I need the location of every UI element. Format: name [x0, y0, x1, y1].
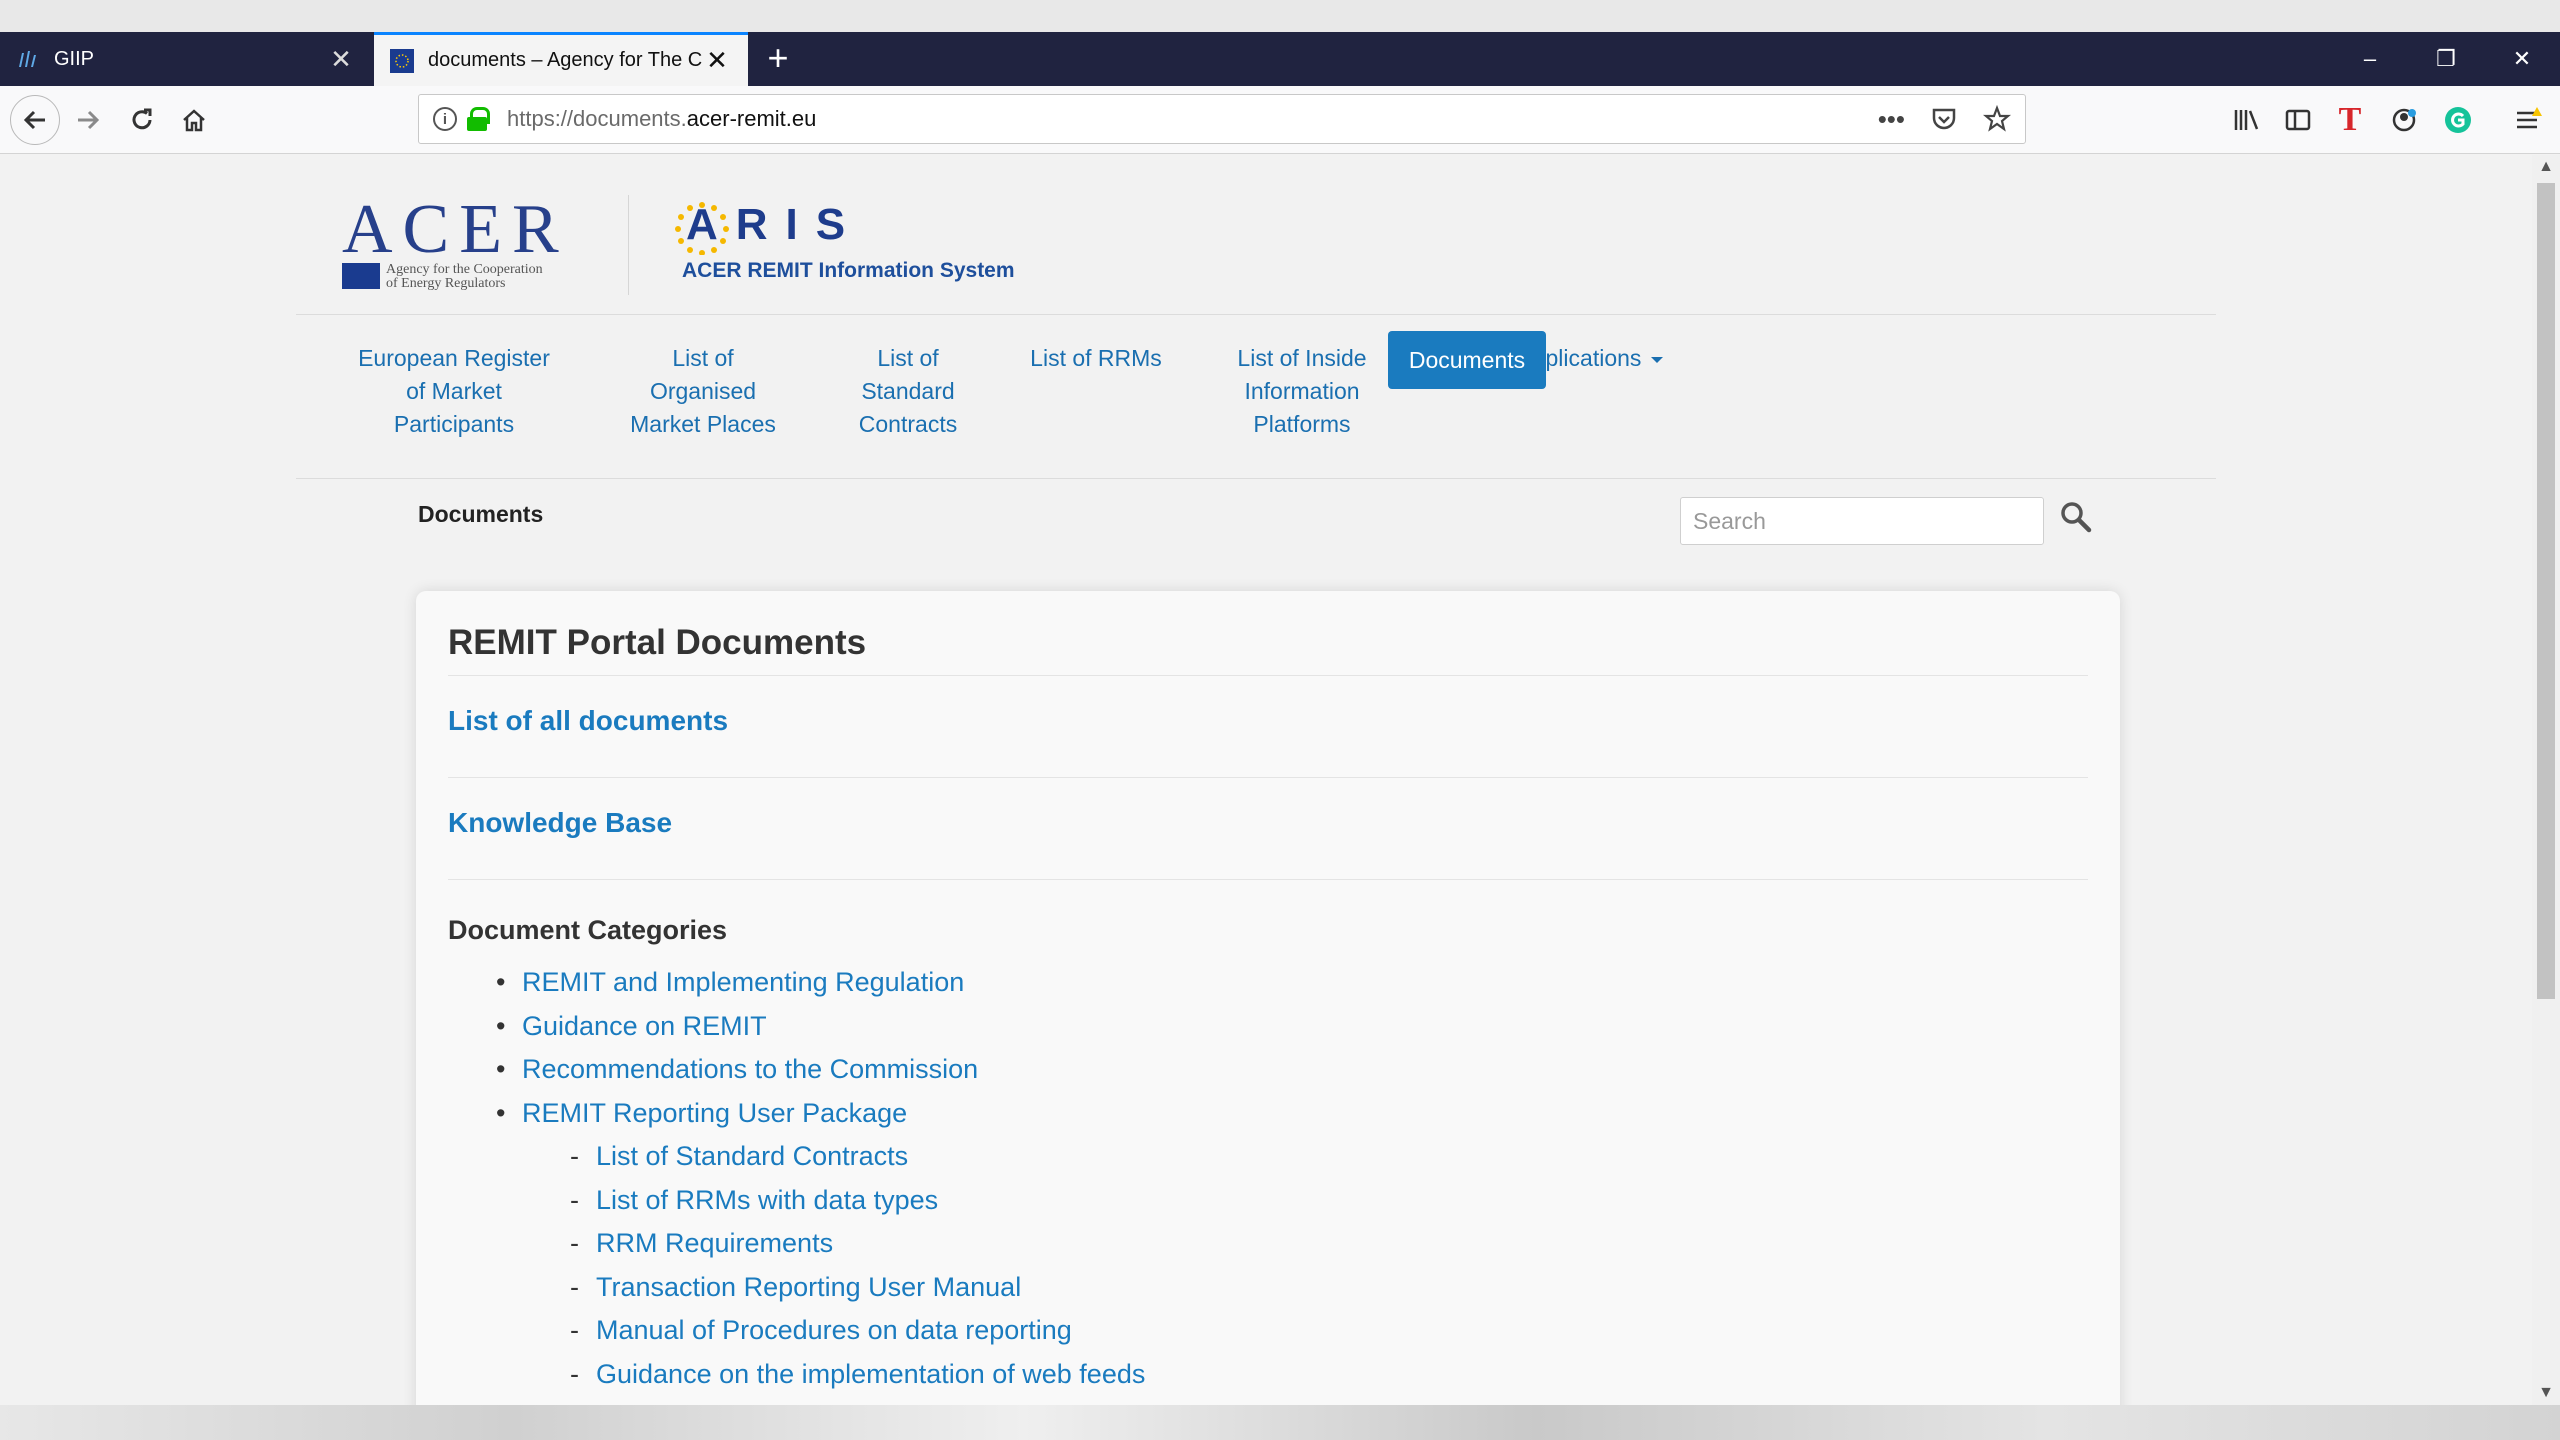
divider: [448, 675, 2088, 676]
account-extension-icon[interactable]: [2382, 96, 2426, 144]
subcategory-link[interactable]: List of Standard Contracts: [570, 1135, 1145, 1179]
category-list: REMIT and Implementing Regulation Guidan…: [496, 961, 1145, 1397]
menu-item-documents[interactable]: Documents: [1388, 331, 1546, 389]
acer-subtitle-line-2: of Energy Regulators: [386, 276, 506, 291]
list-all-documents-link[interactable]: List of all documents: [448, 705, 728, 737]
acer-logo-subtitle: Agency for the Cooperation of Energy Reg…: [386, 263, 543, 291]
pocket-icon[interactable]: [1931, 106, 1957, 132]
new-tab-button[interactable]: +: [760, 32, 796, 86]
forward-button[interactable]: [64, 96, 112, 144]
category-link[interactable]: REMIT and Implementing Regulation: [496, 961, 1145, 1005]
eu-flag-favicon-icon: [390, 48, 414, 73]
page-actions-icon[interactable]: •••: [1878, 104, 1905, 135]
os-top-strip: [0, 0, 2560, 32]
account-shape: [2392, 108, 2416, 132]
category-link[interactable]: Guidance on REMIT: [496, 1005, 1145, 1049]
document-categories-heading: Document Categories: [448, 915, 728, 945]
reload-button[interactable]: [118, 96, 166, 144]
menu-item-standard-contracts[interactable]: List of Standard Contracts: [852, 342, 964, 441]
subcategory-link[interactable]: Transaction Reporting User Manual: [570, 1266, 1145, 1310]
reload-icon: [132, 108, 152, 130]
divider: [448, 777, 2088, 778]
restore-button[interactable]: ❐: [2416, 32, 2476, 86]
knowledge-base-link[interactable]: Knowledge Base: [448, 807, 672, 839]
documents-card: REMIT Portal Documents List of all docum…: [416, 591, 2120, 1405]
category-link[interactable]: REMIT Reporting User Package: [496, 1092, 1145, 1136]
dropdown-caret-icon: [1651, 356, 1664, 363]
url-scheme: https://documents.: [507, 106, 687, 131]
eu-flag-icon: [342, 263, 380, 289]
scroll-up-arrow-icon[interactable]: ▲: [2532, 155, 2560, 179]
card-title: REMIT Portal Documents: [448, 623, 867, 662]
category-link[interactable]: Recommendations to the Commission: [496, 1048, 1145, 1092]
menu-hamburger-icon[interactable]: [2506, 96, 2550, 144]
grammarly-shape: [2445, 107, 2471, 133]
menu-item-inside-information-platforms[interactable]: List of Inside Information Platforms: [1226, 342, 1378, 441]
main-menu: European Register of Market Participants…: [296, 316, 2216, 479]
site-header: ACER Agency for the Cooperation of Energ…: [296, 155, 2216, 315]
info-icon[interactable]: i: [433, 107, 457, 131]
menu-item-organised-market-places[interactable]: List of Organised Market Places: [624, 342, 782, 441]
lock-icon[interactable]: [467, 107, 490, 131]
acer-subtitle-line-1: Agency for the Cooperation: [386, 262, 543, 277]
close-tab-icon[interactable]: ✕: [326, 44, 356, 75]
scrollbar-thumb[interactable]: [2537, 183, 2555, 999]
library-shape: [2234, 110, 2259, 130]
page-viewport: ACER Agency for the Cooperation of Energ…: [0, 155, 2532, 1405]
divider: [448, 879, 2088, 880]
tab-giip[interactable]: GIIP ✕: [0, 32, 372, 86]
subcategory-link[interactable]: Manual of Procedures on data reporting: [570, 1309, 1145, 1353]
home-button[interactable]: [170, 96, 218, 144]
eu-stars-icon: [675, 202, 729, 255]
back-arrow-icon: [23, 110, 45, 130]
back-button[interactable]: [10, 95, 60, 145]
subcategory-link[interactable]: RRM Requirements: [570, 1222, 1145, 1266]
home-icon: [183, 109, 205, 132]
close-tab-icon[interactable]: ✕: [702, 45, 732, 76]
sidebar-toggle-icon[interactable]: [2276, 96, 2320, 144]
giip-favicon-icon: [19, 51, 36, 67]
grammarly-icon[interactable]: [2436, 96, 2480, 144]
hamburger-shape: [2517, 107, 2542, 129]
scroll-down-arrow-icon[interactable]: ▼: [2532, 1381, 2560, 1405]
navigation-toolbar: i https://documents. acer-remit.eu ••• T: [0, 86, 2560, 154]
menu-item-market-participants[interactable]: European Register of Market Participants: [356, 342, 552, 441]
bookmark-star-icon[interactable]: [1983, 105, 2011, 133]
subcategory-link[interactable]: Guidance on the implementation of web fe…: [570, 1353, 1145, 1397]
library-icon[interactable]: [2224, 96, 2268, 144]
sidebar-shape: [2285, 109, 2311, 131]
menu-item-rrms[interactable]: List of RRMs: [1022, 342, 1170, 375]
acer-logo[interactable]: ACER Agency for the Cooperation of Energ…: [342, 191, 582, 293]
minimize-button[interactable]: –: [2340, 32, 2400, 86]
forward-arrow-icon: [78, 110, 100, 130]
tab-title: GIIP: [54, 47, 95, 70]
breadcrumb: Documents: [418, 501, 544, 527]
search-input[interactable]: [1680, 497, 2044, 545]
tab-bar: GIIP ✕ documents – Agency for The Co ✕ +…: [0, 32, 2560, 86]
tab-title: documents – Agency for The Co: [428, 49, 702, 71]
search-icon[interactable]: [2058, 499, 2094, 535]
close-window-button[interactable]: ✕: [2492, 32, 2552, 86]
acer-logo-word: ACER: [342, 191, 569, 268]
desktop-background-strip: [0, 1405, 2560, 1440]
aris-logo[interactable]: ARIS ACER REMIT Information System: [672, 201, 1032, 291]
url-host: acer-remit.eu: [686, 106, 817, 131]
address-bar[interactable]: i https://documents. acer-remit.eu •••: [418, 94, 2026, 144]
tab-documents[interactable]: documents – Agency for The Co ✕: [374, 32, 748, 86]
aris-logo-subtitle: ACER REMIT Information System: [682, 259, 1015, 282]
logo-divider: [628, 195, 629, 295]
translate-extension-icon[interactable]: T: [2328, 96, 2372, 144]
vertical-scrollbar[interactable]: ▲ ▼: [2532, 155, 2560, 1405]
subcategory-link[interactable]: List of RRMs with data types: [570, 1179, 1145, 1223]
